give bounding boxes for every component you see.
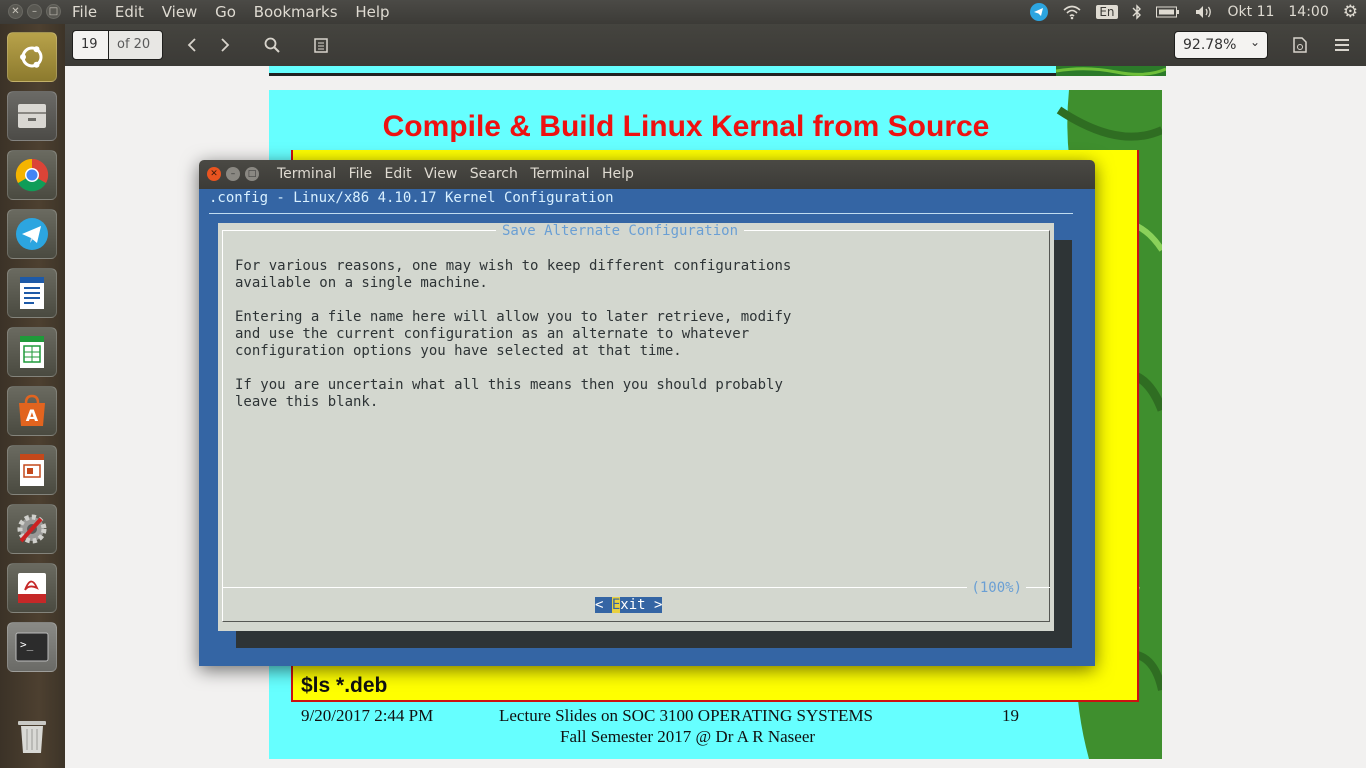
exit-button-suffix: xit > — [620, 597, 663, 613]
bluetooth-icon[interactable] — [1132, 4, 1142, 20]
terminal-minimize-button[interactable]: – — [226, 167, 240, 181]
terminal-screen[interactable]: .config - Linux/x86 4.10.17 Kernel Confi… — [199, 189, 1095, 666]
hamburger-menu-icon[interactable] — [1329, 32, 1355, 58]
terminal-close-button[interactable]: ✕ — [207, 167, 221, 181]
zoom-value: 92.78% — [1183, 37, 1237, 53]
software-center-icon[interactable]: A — [7, 386, 57, 436]
app-menu-bar: File Edit View Go Bookmarks Help — [72, 3, 403, 21]
telegram-tray-icon[interactable] — [1030, 3, 1049, 21]
menu-go[interactable]: Go — [215, 3, 236, 21]
exit-button-prefix: < — [595, 597, 612, 613]
launcher: A >_ — [0, 24, 65, 768]
system-settings-icon[interactable] — [7, 504, 57, 554]
wifi-icon[interactable] — [1062, 4, 1082, 20]
footer-page-number: 19 — [1002, 706, 1019, 725]
document-properties-icon[interactable] — [1287, 32, 1313, 58]
chevron-down-icon: ⌄ — [1249, 35, 1260, 49]
terminal-menu-search[interactable]: Search — [470, 166, 518, 182]
writer-icon[interactable] — [7, 268, 57, 318]
dialog-separator — [222, 587, 1050, 588]
chrome-icon[interactable] — [7, 150, 57, 200]
top-panel: ✕ – □ File Edit View Go Bookmarks Help E… — [0, 0, 1366, 24]
file-manager-icon[interactable] — [7, 91, 57, 141]
terminal-icon[interactable]: >_ — [7, 622, 57, 672]
title-underline — [209, 213, 1073, 214]
calc-icon[interactable] — [7, 327, 57, 377]
terminal-app-name: Terminal — [277, 166, 337, 182]
scroll-progress: (100%) — [967, 580, 1026, 596]
impress-icon[interactable] — [7, 445, 57, 495]
terminal-menu-view[interactable]: View — [424, 166, 457, 182]
menu-view[interactable]: View — [162, 3, 198, 21]
previous-page-slide — [269, 66, 1166, 76]
search-icon[interactable] — [259, 32, 285, 58]
terminal-menu-help[interactable]: Help — [602, 166, 634, 182]
maximize-window-button[interactable]: □ — [46, 4, 61, 19]
clock-indicator[interactable]: 14:00 — [1288, 4, 1328, 20]
page-number-input[interactable]: 19 — [72, 30, 109, 60]
next-page-button[interactable] — [212, 32, 238, 58]
ubuntu-logo-icon[interactable] — [7, 32, 57, 82]
terminal-menu-edit[interactable]: Edit — [385, 166, 412, 182]
date-indicator[interactable]: Okt 11 — [1228, 4, 1275, 20]
page-count: of 20 — [108, 30, 163, 60]
terminal-titlebar[interactable]: ✕ – □ Terminal File Edit View Search Ter… — [199, 160, 1095, 189]
menu-bookmarks[interactable]: Bookmarks — [254, 3, 338, 21]
svg-text:>_: >_ — [20, 638, 34, 651]
zoom-select[interactable]: 92.78% ⌄ — [1174, 31, 1268, 59]
battery-icon[interactable] — [1155, 6, 1180, 18]
close-window-button[interactable]: ✕ — [8, 4, 23, 19]
footer-date: 9/20/2017 2:44 PM — [301, 706, 434, 725]
slide-command-text: $ls *.deb — [301, 674, 388, 697]
footer-course: Lecture Slides on SOC 3100 OPERATING SYS… — [499, 706, 874, 725]
menu-file[interactable]: File — [72, 3, 97, 21]
document-viewer-toolbar: 19 of 20 92.78% ⌄ — [65, 24, 1366, 66]
foliage-decoration — [1056, 66, 1166, 76]
document-viewer-icon[interactable] — [7, 563, 57, 613]
save-config-dialog: Save Alternate Configuration For various… — [218, 223, 1054, 631]
annotations-icon[interactable] — [308, 32, 334, 58]
dialog-title: Save Alternate Configuration — [496, 223, 745, 239]
telegram-icon[interactable] — [7, 209, 57, 259]
menu-edit[interactable]: Edit — [115, 3, 144, 21]
footer-semester: Fall Semester 2017 @ Dr A R Naseer — [560, 727, 816, 746]
svg-text:A: A — [26, 406, 39, 425]
indicator-area: En Okt 11 14:00 ⚙ — [1030, 0, 1366, 24]
kernel-config-title: .config - Linux/x86 4.10.17 Kernel Confi… — [209, 190, 614, 206]
terminal-menu-file[interactable]: File — [349, 166, 372, 182]
exit-button[interactable]: < Exit > — [595, 597, 663, 613]
previous-page-button[interactable] — [179, 32, 205, 58]
trash-icon[interactable] — [7, 710, 57, 760]
menu-help[interactable]: Help — [355, 3, 389, 21]
terminal-window[interactable]: ✕ – □ Terminal File Edit View Search Ter… — [199, 160, 1095, 666]
slide-title: Compile & Build Linux Kernal from Source — [382, 110, 990, 143]
terminal-maximize-button[interactable]: □ — [245, 167, 259, 181]
terminal-menu-bar: Terminal File Edit View Search Terminal … — [277, 166, 642, 182]
terminal-menu-terminal[interactable]: Terminal — [530, 166, 589, 182]
session-gear-icon[interactable]: ⚙ — [1343, 2, 1358, 22]
dialog-help-text: For various reasons, one may wish to kee… — [235, 258, 792, 410]
minimize-window-button[interactable]: – — [27, 4, 42, 19]
volume-icon[interactable] — [1194, 4, 1214, 20]
keyboard-layout-indicator[interactable]: En — [1096, 5, 1118, 19]
keyboard-layout-label: En — [1096, 5, 1118, 19]
